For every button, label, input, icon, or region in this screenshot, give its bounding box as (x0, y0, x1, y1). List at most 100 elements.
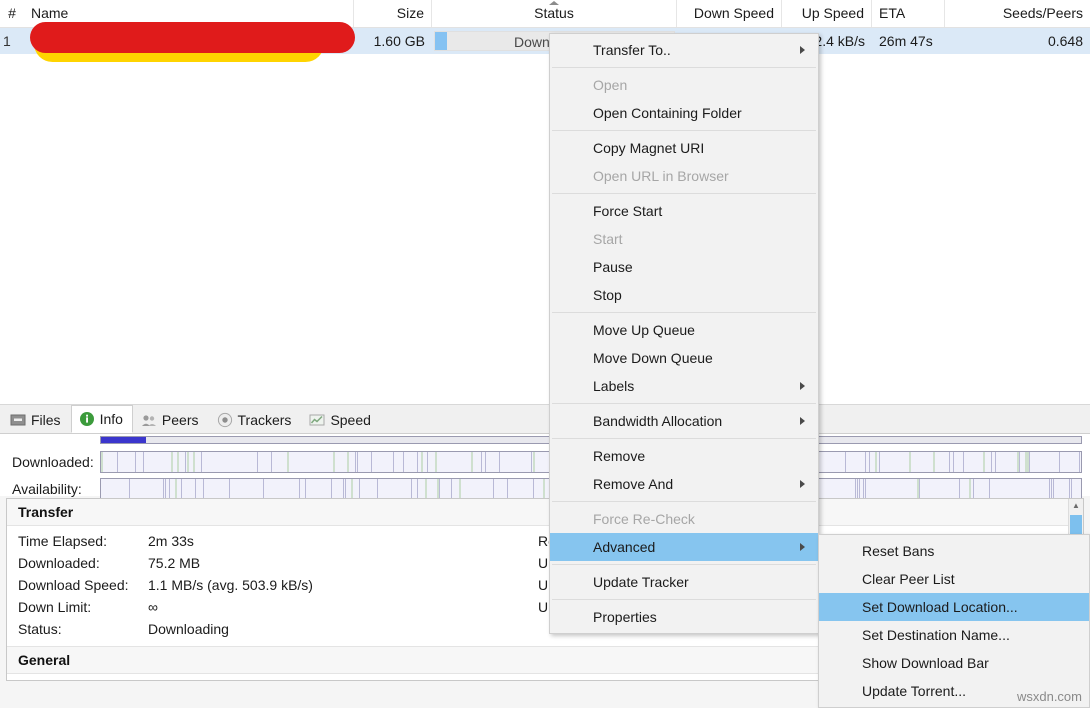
piece-marker (1079, 452, 1080, 472)
tab-trackers[interactable]: Trackers (209, 405, 302, 433)
piece-marker (169, 479, 170, 499)
advanced-submenu-item-show-download-bar[interactable]: Show Download Bar (819, 649, 1089, 677)
availability-label: Availability: (0, 481, 100, 497)
advanced-submenu-item-set-download-location[interactable]: Set Download Location... (819, 593, 1089, 621)
context-menu-item-remove[interactable]: Remove (550, 442, 818, 470)
tab-peers-label: Peers (162, 412, 199, 428)
menu-item-label: Move Up Queue (593, 322, 695, 338)
redaction-mark-red (30, 22, 355, 53)
context-menu-item-remove-and[interactable]: Remove And (550, 470, 818, 498)
context-menu-item-bandwidth-allocation[interactable]: Bandwidth Allocation (550, 407, 818, 435)
speed-icon (309, 412, 325, 428)
piece-marker (377, 479, 378, 499)
context-menu-item-properties[interactable]: Properties (550, 603, 818, 631)
advanced-submenu-item-clear-peer-list[interactable]: Clear Peer List (819, 565, 1089, 593)
piece-marker (995, 452, 996, 472)
menu-item-label: Set Download Location... (862, 599, 1018, 615)
piece-marker (357, 452, 358, 472)
piece-marker (879, 452, 880, 472)
column-header-seeds-peers[interactable]: Seeds/Peers (945, 0, 1090, 27)
piece-marker (471, 452, 473, 472)
piece-marker (345, 479, 346, 499)
menu-separator (552, 599, 816, 600)
context-menu-item-pause[interactable]: Pause (550, 253, 818, 281)
piece-marker (459, 479, 461, 499)
scroll-up-icon[interactable]: ▲ (1069, 499, 1083, 513)
menu-separator (552, 501, 816, 502)
advanced-submenu-item-reset-bans[interactable]: Reset Bans (819, 537, 1089, 565)
context-menu-item-stop[interactable]: Stop (550, 281, 818, 309)
context-menu-item-move-down-queue[interactable]: Move Down Queue (550, 344, 818, 372)
piece-marker (1069, 479, 1070, 499)
column-header-up-speed[interactable]: Up Speed (782, 0, 872, 27)
piece-marker (435, 452, 437, 472)
context-menu-item-copy-magnet-uri[interactable]: Copy Magnet URI (550, 134, 818, 162)
piece-marker (343, 479, 344, 499)
piece-marker (403, 452, 404, 472)
piece-marker (177, 452, 179, 472)
overall-progress-fill (101, 437, 146, 443)
piece-marker (919, 479, 920, 499)
piece-marker (533, 452, 535, 472)
column-header-size[interactable]: Size (354, 0, 432, 27)
advanced-submenu[interactable]: Reset Bans Clear Peer List Set Download Lo… (818, 534, 1090, 708)
downloaded-label: Downloaded: (0, 454, 100, 470)
tab-info[interactable]: Info (71, 405, 133, 433)
piece-marker (857, 479, 858, 499)
chevron-right-icon (800, 46, 805, 54)
transfer-left-row: Down Limit:∞ (18, 596, 538, 618)
menu-separator (552, 312, 816, 313)
context-menu-item-labels[interactable]: Labels (550, 372, 818, 400)
column-header-status[interactable]: Status (432, 0, 677, 27)
piece-marker (1029, 452, 1030, 472)
context-menu-item-update-tracker[interactable]: Update Tracker (550, 568, 818, 596)
context-menu-item-move-up-queue[interactable]: Move Up Queue (550, 316, 818, 344)
piece-marker (411, 479, 412, 499)
context-menu-item-force-start[interactable]: Force Start (550, 197, 818, 225)
column-header-eta[interactable]: ETA (872, 0, 945, 27)
menu-item-label: Show Download Bar (862, 655, 989, 671)
piece-marker (187, 452, 189, 472)
context-menu-item-open-url-in-browser: Open URL in Browser (550, 162, 818, 190)
column-header-down-speed[interactable]: Down Speed (677, 0, 782, 27)
context-menu-item-force-re-check: Force Re-Check (550, 505, 818, 533)
context-menu-item-transfer-to[interactable]: Transfer To.. (550, 36, 818, 64)
field-value: 1.1 MB/s (avg. 503.9 kB/s) (148, 574, 313, 596)
piece-marker (973, 479, 974, 499)
piece-marker (393, 452, 394, 472)
column-header-num[interactable]: # (0, 0, 24, 27)
menu-item-label: Copy Magnet URI (593, 140, 704, 156)
menu-item-label: Clear Peer List (862, 571, 955, 587)
piece-marker (271, 452, 272, 472)
context-menu-item-advanced[interactable]: Advanced (550, 533, 818, 561)
torrent-context-menu[interactable]: Transfer To..OpenOpen Containing FolderC… (549, 33, 819, 634)
field-label: Downloaded: (18, 552, 148, 574)
piece-marker (531, 452, 532, 472)
piece-marker (451, 479, 452, 499)
context-menu-item-open-containing-folder[interactable]: Open Containing Folder (550, 99, 818, 127)
tab-speed[interactable]: Speed (301, 405, 380, 433)
piece-marker (989, 479, 990, 499)
piece-marker (439, 479, 440, 499)
transfer-left-row: Time Elapsed:2m 33s (18, 530, 538, 552)
piece-marker (969, 479, 971, 499)
menu-item-label: Update Tracker (593, 574, 689, 590)
peers-icon (141, 412, 157, 428)
piece-marker (485, 452, 486, 472)
tab-peers[interactable]: Peers (133, 405, 209, 433)
field-label: Down Limit: (18, 596, 148, 618)
watermark: wsxdn.com (1017, 689, 1082, 704)
menu-separator (552, 438, 816, 439)
menu-separator (552, 130, 816, 131)
piece-marker (427, 452, 428, 472)
piece-marker (493, 479, 494, 499)
menu-item-label: Force Re-Check (593, 511, 695, 527)
menu-item-label: Remove (593, 448, 645, 464)
field-label: Time Elapsed: (18, 530, 148, 552)
piece-marker (171, 452, 173, 472)
tab-files[interactable]: Files (2, 405, 71, 433)
piece-marker (299, 479, 300, 499)
piece-marker (533, 479, 534, 499)
advanced-submenu-item-set-destination-name[interactable]: Set Destination Name... (819, 621, 1089, 649)
torrent-list[interactable]: # Name Size Status Down Speed Up Speed E… (0, 0, 1090, 404)
